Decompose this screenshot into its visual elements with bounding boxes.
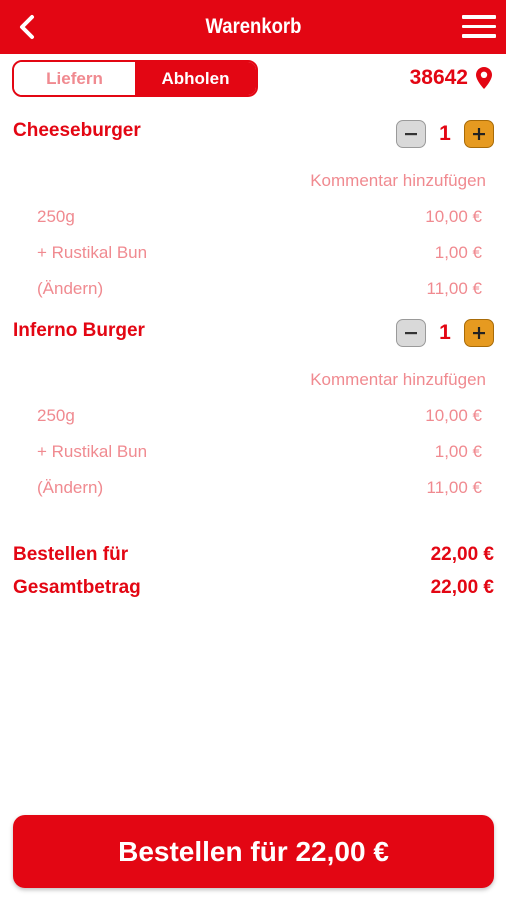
item-option-line: 250g 10,00 € xyxy=(37,406,482,426)
item-option-line: (Ändern) 11,00 € xyxy=(37,478,482,498)
order-for-label: Bestellen für xyxy=(13,544,129,565)
total-value: 22,00 € xyxy=(430,577,494,598)
plus-icon xyxy=(473,327,485,339)
total-label: Gesamtbetrag xyxy=(13,577,141,598)
minus-icon xyxy=(405,133,417,136)
edit-item-link[interactable]: (Ändern) xyxy=(37,478,103,498)
item-option-line: + Rustikal Bun 1,00 € xyxy=(37,442,482,462)
map-pin-icon xyxy=(476,67,492,89)
place-order-button[interactable]: Bestellen für 22,00 € xyxy=(13,815,494,888)
cart-item-name: Inferno Burger xyxy=(13,320,145,341)
hamburger-menu-icon xyxy=(462,15,496,19)
item-option-line: (Ändern) 11,00 € xyxy=(37,279,482,299)
add-comment-link[interactable]: Kommentar hinzufügen xyxy=(310,171,486,191)
order-for-row: Bestellen für 22,00 € xyxy=(13,544,494,566)
place-order-label: Bestellen für 22,00 € xyxy=(118,835,389,867)
option-price: 1,00 € xyxy=(434,442,482,461)
menu-button[interactable] xyxy=(462,15,496,39)
chevron-left-icon xyxy=(20,15,34,39)
item-subtotal: 11,00 € xyxy=(426,279,482,298)
option-price: 1,00 € xyxy=(434,243,482,262)
cart-item-name: Cheeseburger xyxy=(13,120,141,141)
item-option-line: 250g 10,00 € xyxy=(37,207,482,227)
back-button[interactable] xyxy=(14,12,42,42)
header-bar: Warenkorb xyxy=(0,0,506,54)
pickup-option[interactable]: Abholen xyxy=(135,62,256,95)
edit-item-link[interactable]: (Ändern) xyxy=(37,279,103,299)
decrease-quantity-button[interactable] xyxy=(396,120,426,148)
item-subtotal: 11,00 € xyxy=(426,478,482,497)
minus-icon xyxy=(405,332,417,335)
page-title: Warenkorb xyxy=(205,15,301,38)
quantity-stepper: 1 xyxy=(396,120,494,148)
plus-icon xyxy=(473,128,485,140)
order-for-value: 22,00 € xyxy=(430,544,494,565)
item-option-line: + Rustikal Bun 1,00 € xyxy=(37,243,482,263)
delivery-mode-toggle: Liefern Abholen xyxy=(12,60,258,97)
quantity-value: 1 xyxy=(439,122,451,145)
location-selector[interactable]: 38642 xyxy=(410,66,492,90)
quantity-stepper: 1 xyxy=(396,319,494,347)
option-price: 10,00 € xyxy=(425,406,482,425)
option-label: 250g xyxy=(37,406,75,425)
option-label: + Rustikal Bun xyxy=(37,442,148,461)
option-label: 250g xyxy=(37,207,75,226)
total-row: Gesamtbetrag 22,00 € xyxy=(13,577,494,599)
decrease-quantity-button[interactable] xyxy=(396,319,426,347)
increase-quantity-button[interactable] xyxy=(464,120,494,148)
option-price: 10,00 € xyxy=(425,207,482,226)
deliver-option[interactable]: Liefern xyxy=(14,62,135,95)
option-label: + Rustikal Bun xyxy=(37,243,148,262)
add-comment-link[interactable]: Kommentar hinzufügen xyxy=(310,370,486,390)
increase-quantity-button[interactable] xyxy=(464,319,494,347)
postal-code: 38642 xyxy=(409,66,468,89)
quantity-value: 1 xyxy=(439,321,451,344)
